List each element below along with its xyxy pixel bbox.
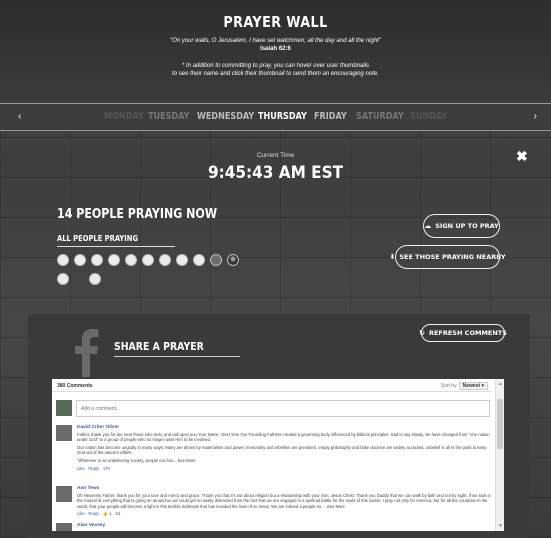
refresh-icon: ↻ (419, 329, 425, 337)
avatar[interactable] (56, 486, 72, 502)
sort-control: Sort by Newest ▾ (441, 382, 488, 390)
sign-up-to-pray-button[interactable]: ☁ SIGN UP TO PRAY (423, 214, 500, 238)
people-praying-count: 14 PEOPLE PRAYING NOW (57, 207, 218, 222)
comment-text: Oh Heavenly Father, thank you for your l… (77, 492, 491, 509)
scroll-down-icon[interactable]: ▼ (498, 523, 503, 529)
share-prayer-title: SHARE A PRAYER (114, 340, 204, 353)
comment-actions[interactable]: Like · Reply · 👍 1 · 3d (77, 511, 492, 517)
user-thumbnail[interactable] (142, 254, 154, 266)
comment-count: 380 Comments (57, 383, 93, 389)
praying-avatars (57, 254, 267, 292)
day-tab-tuesday[interactable]: TUESDAY (148, 111, 189, 122)
day-tab-monday[interactable]: MONDAY (104, 111, 144, 122)
user-thumbnail[interactable] (108, 254, 120, 266)
all-people-praying-label: ALL PEOPLE PRAYING (57, 234, 138, 243)
comment-text: Father, thank you for are near those who… (77, 431, 490, 443)
prayer-wall-page: PRAYER WALL "On your walls, O Jerusalem,… (0, 0, 551, 538)
user-thumbnail[interactable] (125, 254, 137, 266)
commenter-name[interactable]: Ann Tews (77, 486, 492, 492)
user-thumbnail[interactable] (57, 273, 69, 285)
day-navigation-bar: ‹ MONDAY TUESDAY WEDNESDAY THURSDAY FRID… (0, 103, 551, 131)
page-title: PRAYER WALL (223, 13, 328, 31)
close-icon[interactable]: ✖ (516, 148, 528, 165)
avatar (56, 400, 72, 416)
scroll-thumb[interactable] (497, 399, 503, 449)
user-thumbnail[interactable] (227, 254, 239, 266)
day-tab-friday[interactable]: FRIDAY (314, 111, 347, 122)
day-tab-wednesday[interactable]: WEDNESDAY (197, 111, 254, 122)
divider (52, 391, 492, 392)
chevron-left-icon[interactable]: ‹ (18, 111, 21, 122)
current-time-label: Current Time (256, 152, 295, 159)
add-comment-input[interactable] (76, 400, 490, 417)
user-thumbnail[interactable] (57, 254, 69, 266)
day-tab-saturday[interactable]: SATURDAY (356, 111, 404, 122)
commenter-name[interactable]: Alan Vessey (77, 523, 492, 529)
user-thumbnail[interactable] (89, 273, 101, 285)
user-thumbnail[interactable] (210, 254, 222, 266)
see-nearby-label: SEE THOSE PRAYING NEARBY (399, 253, 506, 261)
comments-scrollbar[interactable]: ▲ ▼ (495, 379, 504, 531)
avatar[interactable] (56, 425, 72, 441)
page-header: PRAYER WALL "On your walls, O Jerusalem,… (0, 0, 551, 103)
facebook-icon (75, 329, 99, 377)
comment-actions[interactable]: Like · Reply · 17h (77, 466, 492, 472)
instructions-line-2: to see their name and click their thumbn… (172, 71, 379, 77)
refresh-label: REFRESH COMMENTS (428, 329, 507, 337)
scroll-up-icon[interactable]: ▲ (498, 381, 503, 387)
day-tab-sunday[interactable]: SUNDAY (410, 111, 447, 122)
avatar[interactable] (56, 523, 72, 531)
comment-text: "Wherever in an unbelieving society, peo… (77, 457, 196, 463)
user-thumbnail[interactable] (159, 254, 171, 266)
current-time: 9:45:43 AM EST (207, 163, 344, 183)
section-divider (57, 246, 175, 247)
user-thumbnail[interactable] (193, 254, 205, 266)
sign-up-label: SIGN UP TO PRAY (435, 222, 499, 230)
sort-dropdown[interactable]: Newest ▾ (458, 382, 488, 390)
cloud-upload-icon: ☁ (424, 222, 432, 230)
user-thumbnail[interactable] (176, 254, 188, 266)
comment-text: Our nation has become ungodly in many wa… (77, 444, 487, 456)
user-thumbnail[interactable] (91, 254, 103, 266)
see-praying-nearby-button[interactable]: ⬇ SEE THOSE PRAYING NEARBY (389, 245, 506, 269)
scripture-verse: "On your walls, O Jerusalem, I have set … (169, 38, 382, 44)
user-thumbnail[interactable] (74, 254, 86, 266)
sort-label: Sort by (440, 383, 457, 389)
share-title-underline (114, 356, 240, 357)
facebook-comments-widget: 380 Comments Sort by Newest ▾ David Crit… (52, 379, 504, 531)
day-tab-thursday[interactable]: THURSDAY (258, 111, 307, 122)
scripture-reference: Isaiah 62:6 (260, 46, 291, 52)
refresh-comments-button[interactable]: ↻ REFRESH COMMENTS (419, 324, 507, 342)
chevron-right-icon[interactable]: › (534, 111, 537, 122)
instructions-line-1: * In addition to committing to pray, you… (182, 63, 369, 69)
commenter-name[interactable]: David Criter Oliver (77, 425, 492, 431)
download-icon: ⬇ (389, 253, 396, 261)
